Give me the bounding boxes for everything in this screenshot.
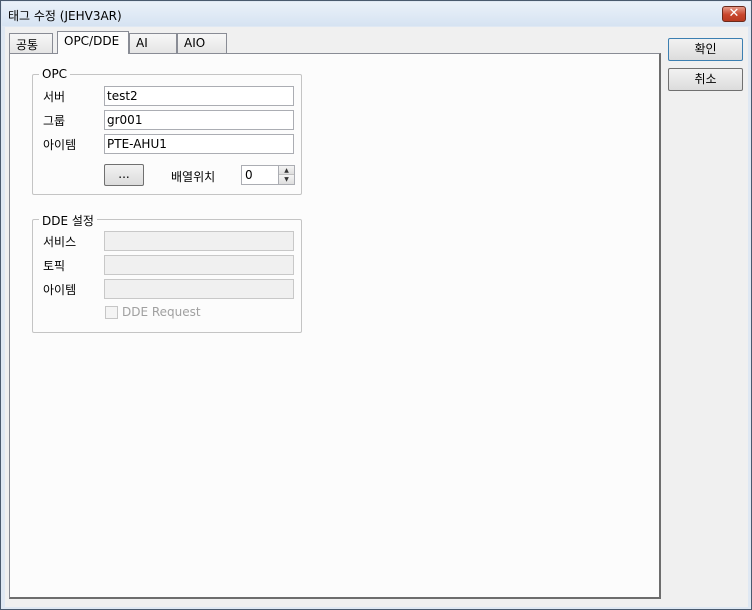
close-button[interactable]: ✕ — [722, 6, 746, 22]
dde-request-checkbox[interactable] — [105, 306, 118, 319]
cancel-button-label: 취소 — [694, 72, 717, 86]
service-label: 서비스 — [43, 235, 77, 249]
service-input[interactable] — [104, 231, 294, 251]
ok-button[interactable]: 확인 — [668, 38, 743, 61]
server-input[interactable]: test2 — [104, 86, 294, 106]
tab-aio-label: AIO — [184, 36, 206, 50]
topic-input[interactable] — [104, 255, 294, 275]
item-input[interactable]: PTE-AHU1 — [104, 134, 294, 154]
array-position-label: 배열위치 — [171, 170, 216, 184]
group-input[interactable]: gr001 — [104, 110, 294, 130]
dde-item-label: 아이템 — [43, 283, 77, 297]
cancel-button[interactable]: 취소 — [668, 68, 743, 91]
tab-common-label: 공통 — [16, 38, 39, 52]
close-icon: ✕ — [728, 6, 740, 21]
dde-request-label: DDE Request — [122, 305, 201, 319]
spinner-down-icon[interactable]: ▼ — [279, 175, 294, 184]
item-label: 아이템 — [43, 138, 77, 152]
dialog-window: 태그 수정 (JEHV3AR) ✕ 공통 OPC/DDE AI AIO OPC … — [0, 0, 752, 610]
server-label: 서버 — [43, 90, 66, 104]
tab-ai-label: AI — [136, 36, 148, 50]
tab-ai[interactable]: AI — [129, 33, 177, 53]
array-position-spinner[interactable]: 0 ▲ ▼ — [241, 165, 295, 185]
dde-groupbox: DDE 설정 서비스 토픽 아이템 DDE Request — [32, 212, 302, 333]
title-bar[interactable]: 태그 수정 (JEHV3AR) ✕ — [2, 2, 750, 26]
ok-button-label: 확인 — [694, 42, 717, 56]
dde-legend: DDE 설정 — [39, 212, 97, 229]
spinner-up-icon[interactable]: ▲ — [279, 166, 294, 175]
browse-button-label: ... — [118, 167, 130, 181]
browse-button[interactable]: ... — [104, 164, 144, 186]
tab-opc-dde-label: OPC/DDE — [64, 34, 120, 48]
tab-opc-dde[interactable]: OPC/DDE — [57, 31, 129, 54]
dde-item-input[interactable] — [104, 279, 294, 299]
tab-common[interactable]: 공통 — [9, 33, 53, 53]
tab-aio[interactable]: AIO — [177, 33, 227, 53]
topic-label: 토픽 — [43, 259, 66, 273]
group-label: 그룹 — [43, 114, 66, 128]
dialog-client-area: 공통 OPC/DDE AI AIO OPC 서버 test2 그룹 gr001 … — [5, 27, 748, 607]
window-title: 태그 수정 (JEHV3AR) — [8, 9, 122, 23]
tab-panel-opc-dde: OPC 서버 test2 그룹 gr001 아이템 PTE-AHU1 ... 배… — [9, 53, 661, 599]
spinner-buttons: ▲ ▼ — [278, 166, 294, 184]
array-position-value: 0 — [245, 168, 253, 182]
opc-legend: OPC — [39, 67, 71, 81]
opc-groupbox: OPC 서버 test2 그룹 gr001 아이템 PTE-AHU1 ... 배… — [32, 67, 302, 195]
